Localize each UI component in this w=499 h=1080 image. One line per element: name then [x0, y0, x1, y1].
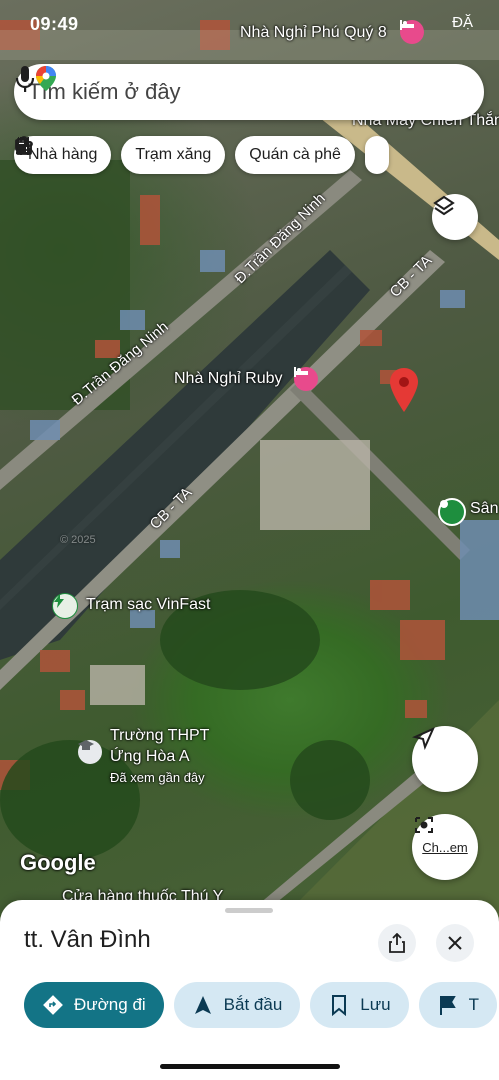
- poi-label-tram-sac[interactable]: Trạm sạc VinFast: [86, 596, 210, 614]
- status-time: 09:49: [30, 14, 79, 34]
- flag-icon: [439, 996, 456, 1015]
- chip-gas-stations[interactable]: Trạm xăng: [17, 136, 226, 174]
- google-watermark: Google: [20, 850, 96, 875]
- label-button[interactable]: T: [418, 982, 497, 1028]
- poi-label-truong-1[interactable]: Trường THPT: [110, 727, 209, 745]
- share-button[interactable]: [378, 924, 416, 962]
- bed-icon[interactable]: [400, 20, 424, 44]
- home-indicator: [160, 1064, 340, 1069]
- location-pin-icon[interactable]: [390, 368, 418, 412]
- action-buttons: Đường đi Bắt đầu Lưu T: [24, 982, 497, 1028]
- map-view[interactable]: 09:49 ĐẶ Nhà Nghỉ Phú Quý 8 Nhà Máy Chiế…: [0, 0, 499, 920]
- poi-label-ruby[interactable]: Nhà Nghỉ Ruby: [174, 370, 283, 388]
- poi-label-san[interactable]: Sân: [470, 500, 498, 518]
- bookmark-icon: [332, 995, 347, 1016]
- copyright-text: © 2025: [60, 534, 96, 546]
- navigation-arrow-icon: [412, 727, 435, 750]
- park-icon[interactable]: [438, 498, 466, 526]
- bed-icon[interactable]: [294, 367, 318, 391]
- directions-icon: [43, 995, 63, 1015]
- share-icon: [389, 933, 405, 953]
- sheet-drag-handle[interactable]: [225, 908, 273, 913]
- place-sheet[interactable]: tt. Vân Đình Đường đi Bắt đầu Lưu T: [0, 900, 499, 1080]
- save-label: Lưu: [360, 995, 391, 1014]
- lens-label: Ch...em: [422, 839, 468, 855]
- microphone-icon[interactable]: [14, 64, 36, 94]
- start-label: Bắt đầu: [223, 995, 283, 1014]
- poi-sublabel-truong: Đã xem gần đây: [110, 770, 205, 785]
- layers-button[interactable]: [432, 194, 478, 240]
- chip-label: Quán cà phê: [249, 146, 341, 163]
- search-bar[interactable]: Tìm kiếm ở đây: [14, 64, 484, 120]
- save-button[interactable]: Lưu: [310, 982, 409, 1028]
- directions-label: Đường đi: [74, 995, 146, 1014]
- chip-label: Nhà hàng: [28, 146, 98, 163]
- place-title: tt. Vân Đình: [24, 926, 151, 953]
- poi-label-truong-2[interactable]: Ứng Hòa A: [110, 748, 190, 766]
- close-icon: [448, 936, 462, 950]
- status-indicator: ĐẶ: [452, 14, 473, 31]
- my-location-button[interactable]: [412, 726, 478, 792]
- category-chips: Nhà hàng Trạm xăng Quán cà phê: [14, 136, 389, 174]
- school-icon[interactable]: [78, 740, 102, 764]
- directions-button[interactable]: Đường đi: [24, 982, 164, 1028]
- search-input[interactable]: Tìm kiếm ở đây: [28, 79, 484, 105]
- google-maps-logo-icon: [36, 66, 56, 91]
- chip-label: Trạm xăng: [135, 146, 212, 163]
- label-label: T: [468, 995, 479, 1014]
- start-button[interactable]: Bắt đầu: [173, 982, 301, 1028]
- lens-button[interactable]: Ch...em: [412, 814, 478, 880]
- camera-icon: [415, 817, 433, 833]
- navigation-arrow-icon: [194, 996, 211, 1014]
- ev-charger-icon[interactable]: [52, 593, 78, 619]
- layers-icon: [433, 195, 455, 216]
- shopping-bag-icon: [16, 136, 32, 155]
- close-button[interactable]: [436, 924, 474, 962]
- chip-coffee[interactable]: Quán cà phê: [15, 136, 355, 174]
- poi-label-phu-quy[interactable]: Nhà Nghỉ Phú Quý 8: [240, 24, 387, 42]
- chip-shopping[interactable]: [16, 136, 389, 174]
